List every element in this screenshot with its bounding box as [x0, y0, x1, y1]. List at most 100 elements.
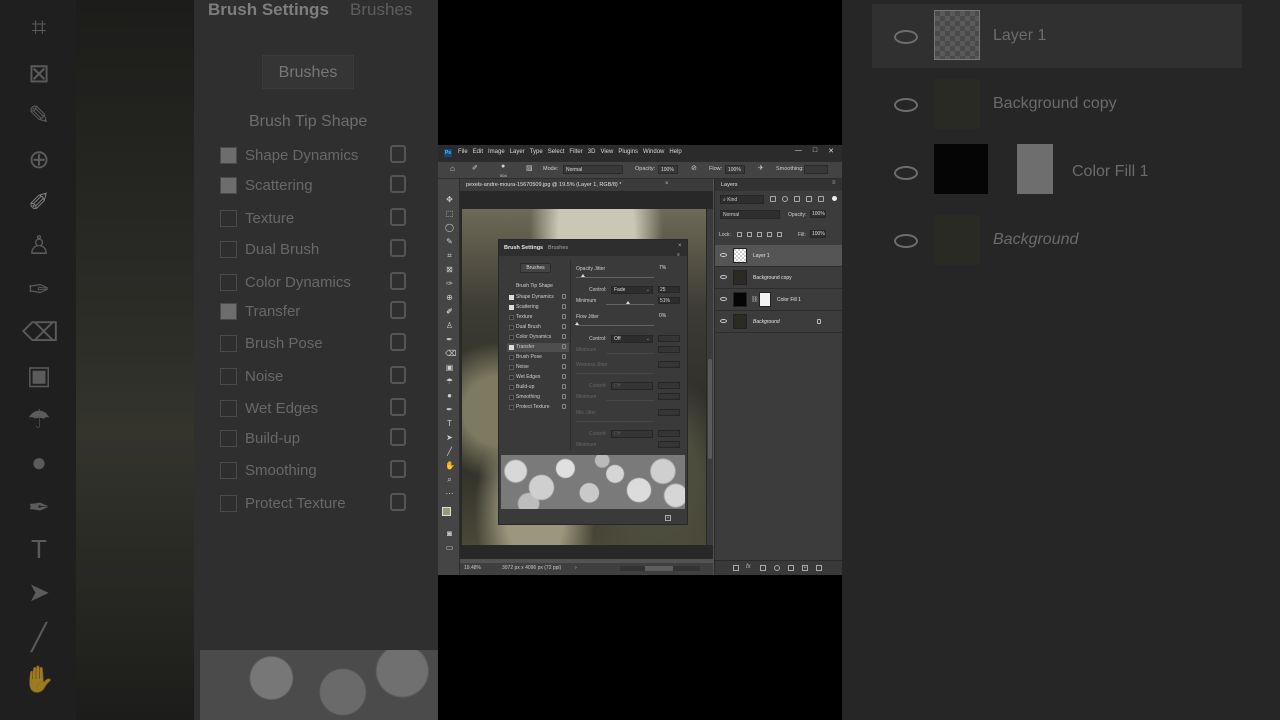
brushes-button[interactable]: Brushes [520, 263, 551, 273]
brush-tip-icon[interactable]: ● [501, 163, 505, 170]
mode-select[interactable]: Normal [563, 165, 623, 174]
history-brush-tool-icon[interactable]: ✒ [445, 335, 454, 344]
lock-position-icon[interactable] [757, 232, 762, 237]
layer-row[interactable]: Background copy [715, 267, 842, 289]
brush-setting-item[interactable]: Color Dynamics [507, 333, 569, 342]
type-filter-icon[interactable] [794, 196, 800, 202]
brush-panel-toggle-icon[interactable]: ▨ [526, 164, 533, 172]
layer-name[interactable]: Background copy [753, 275, 792, 281]
panel-menu-icon[interactable]: ≡ [832, 180, 836, 186]
flow-control-select[interactable]: Off ⌄ [611, 335, 653, 343]
pen-tool-icon[interactable]: ✒ [445, 405, 454, 414]
foreground-color-swatch[interactable] [442, 507, 451, 516]
move-tool-icon[interactable]: ✥ [445, 195, 454, 204]
flow-jitter-slider[interactable] [575, 322, 654, 326]
lock-image-icon[interactable] [747, 232, 752, 237]
lock-artboard-icon[interactable] [767, 232, 772, 237]
brush-setting-item[interactable]: Protect Texture [507, 403, 569, 412]
menu-type[interactable]: Type [530, 149, 543, 155]
adjustment-filter-icon[interactable] [782, 196, 788, 202]
lasso-tool-icon[interactable]: ◯ [445, 223, 454, 232]
smart-object-filter-icon[interactable] [818, 196, 824, 202]
layer-fill-field[interactable]: 100% [810, 230, 826, 238]
panel-menu-icon[interactable]: ≡ [677, 252, 680, 258]
pressure-opacity-icon[interactable]: ⊘ [691, 164, 697, 172]
brush-setting-item[interactable]: Noise [507, 363, 569, 372]
horizontal-scrollbar[interactable] [620, 566, 700, 571]
lock-icon[interactable] [562, 344, 566, 349]
brush-tool-icon[interactable]: ✐ [445, 307, 454, 316]
layer-row[interactable]: ⛓ Color Fill 1 [715, 289, 842, 311]
brush-setting-item[interactable]: Transfer [507, 343, 569, 352]
menu-edit[interactable]: Edit [473, 149, 483, 155]
status-arrow-icon[interactable]: › [575, 565, 577, 571]
healing-tool-icon[interactable]: ⊕ [445, 293, 454, 302]
panel-close-icon[interactable]: × [678, 243, 682, 249]
shape-filter-icon[interactable] [806, 196, 812, 202]
menu-plugins[interactable]: Plugins [618, 149, 638, 155]
menu-filter[interactable]: Filter [569, 149, 582, 155]
setting-checkbox[interactable] [509, 395, 514, 400]
menu-window[interactable]: Window [643, 149, 664, 155]
brush-setting-item[interactable]: Scattering [507, 303, 569, 312]
more-tools-icon[interactable]: ⋯ [445, 489, 454, 498]
gradient-tool-icon[interactable]: ▣ [445, 363, 454, 372]
lock-icon[interactable] [562, 384, 566, 389]
smoothing-field[interactable] [804, 165, 828, 174]
lock-icon[interactable] [562, 364, 566, 369]
fx-button[interactable]: fx [746, 564, 751, 570]
opacity-jitter-value[interactable]: 7% [658, 265, 680, 272]
lock-icon[interactable] [562, 404, 566, 409]
eye-icon[interactable] [720, 275, 727, 279]
opacity-control-select[interactable]: Fade ⌄ [611, 286, 653, 294]
opacity-jitter-slider[interactable] [576, 274, 654, 278]
setting-checkbox[interactable] [509, 385, 514, 390]
eye-icon[interactable] [720, 297, 727, 301]
setting-checkbox[interactable] [509, 405, 514, 410]
lock-icon[interactable] [562, 314, 566, 319]
layer-row[interactable]: Background [715, 311, 842, 333]
eraser-tool-icon[interactable]: ⌫ [445, 349, 456, 358]
tab-brush-settings[interactable]: Brush Settings [504, 245, 543, 251]
setting-checkbox[interactable] [509, 315, 514, 320]
stamp-tool-icon[interactable]: ♙ [445, 321, 454, 330]
lock-icon[interactable] [817, 319, 821, 324]
close-button[interactable]: ✕ [828, 147, 834, 155]
setting-checkbox[interactable] [509, 355, 514, 360]
document-tab[interactable]: pexels-andre-moura-15670509.jpg @ 19.5% … [460, 179, 713, 191]
slider-knob[interactable] [626, 301, 630, 304]
add-mask-icon[interactable] [760, 565, 766, 571]
zoom-tool-icon[interactable]: ⌕ [445, 475, 454, 484]
filter-toggle-icon[interactable] [832, 196, 837, 201]
blur-tool-icon[interactable]: ☂ [445, 377, 454, 386]
setting-checkbox[interactable] [509, 335, 514, 340]
layer-row[interactable]: Layer 1 [715, 245, 842, 267]
layer-name[interactable]: Color Fill 1 [777, 297, 801, 303]
menu-layer[interactable]: Layer [510, 149, 525, 155]
close-tab-icon[interactable]: × [665, 181, 669, 187]
maximize-button[interactable]: □ [813, 147, 817, 155]
brush-setting-item[interactable]: Shape Dynamics [507, 293, 569, 302]
menu-help[interactable]: Help [669, 149, 681, 155]
slider-knob[interactable] [575, 322, 579, 325]
delete-layer-icon[interactable] [816, 565, 822, 571]
link-layers-icon[interactable] [733, 565, 739, 571]
lock-icon[interactable] [562, 304, 566, 309]
setting-checkbox[interactable] [509, 295, 514, 300]
brush-setting-item[interactable]: Brush Pose [507, 353, 569, 362]
lock-transparent-icon[interactable] [737, 232, 742, 237]
quick-mask-icon[interactable]: ◙ [445, 529, 454, 538]
blend-mode-select[interactable]: Normal [720, 210, 780, 219]
flow-field[interactable]: 100% [725, 165, 745, 174]
menu-view[interactable]: View [600, 149, 613, 155]
pixel-filter-icon[interactable] [770, 196, 776, 202]
layer-name[interactable]: Background [753, 319, 780, 325]
menu-file[interactable]: File [458, 149, 468, 155]
setting-checkbox[interactable] [509, 375, 514, 380]
layer-opacity-field[interactable]: 100% [810, 210, 826, 218]
tab-layers[interactable]: Layers [721, 182, 738, 188]
scroll-thumb[interactable] [708, 359, 712, 459]
new-adjustment-icon[interactable] [774, 565, 780, 571]
brush-tip-shape-item[interactable]: Brush Tip Shape [516, 283, 553, 289]
minimize-button[interactable]: — [795, 147, 802, 155]
